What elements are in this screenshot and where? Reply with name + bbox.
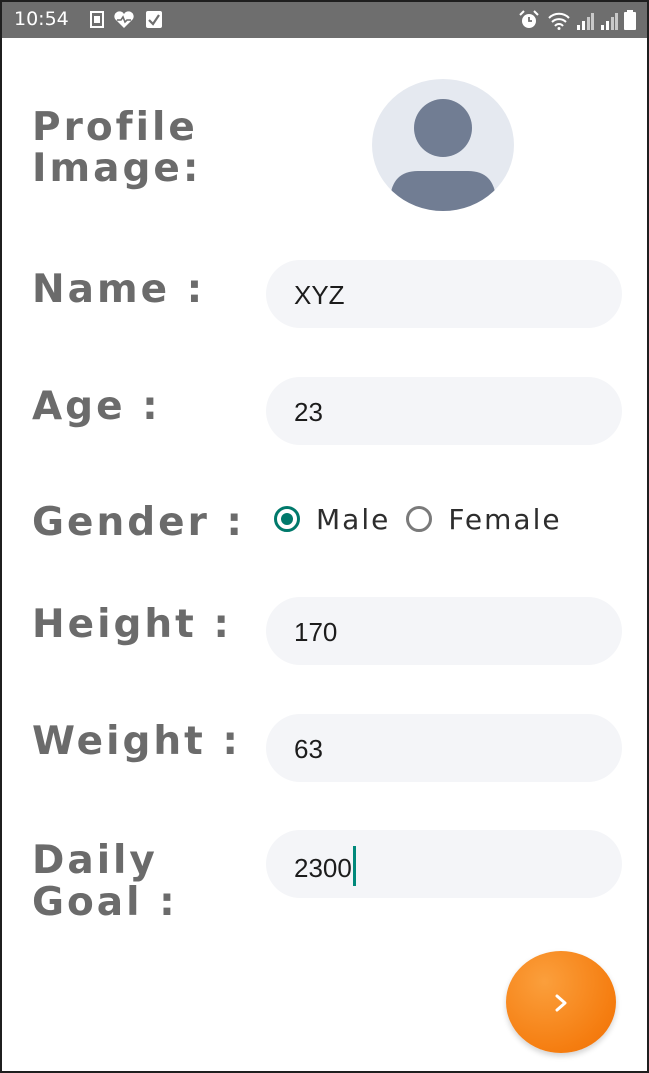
name-field[interactable]: XYZ (266, 260, 622, 328)
gender-female-radio[interactable] (406, 506, 433, 532)
daily-goal-value-wrap: 2300 (294, 846, 356, 890)
age-field[interactable]: 23 (266, 377, 622, 445)
checkbox-icon (146, 11, 162, 32)
gender-female-label[interactable]: Female (448, 503, 561, 536)
weight-label: Weight : (32, 719, 241, 764)
height-value: 170 (294, 617, 338, 647)
gender-male-label[interactable]: Male (316, 503, 390, 536)
name-value: XYZ (294, 280, 345, 310)
height-field[interactable]: 170 (266, 597, 622, 665)
daily-goal-field[interactable]: 2300 (266, 830, 622, 898)
daily-goal-value: 2300 (294, 852, 352, 883)
gender-radio-group: Male Female (274, 499, 578, 539)
age-label: Age : (32, 384, 161, 429)
signal-icon (600, 12, 618, 34)
status-time: 10:54 (14, 8, 69, 30)
next-button[interactable] (506, 951, 616, 1053)
weight-value: 63 (294, 734, 323, 764)
gender-male-radio[interactable] (274, 506, 300, 532)
person-icon (390, 99, 496, 211)
heart-icon (113, 11, 135, 33)
name-label: Name : (32, 267, 206, 312)
battery-icon (624, 10, 636, 34)
profile-image-label: Profile Image: (32, 105, 202, 191)
alarm-icon (519, 10, 539, 34)
age-value: 23 (294, 397, 323, 427)
status-bar: 10:54 (2, 2, 647, 38)
app-screen: 10:54 Profile Image: Name: XYZ Age: 23… (0, 0, 649, 1073)
gender-label: Gender : (32, 500, 246, 545)
daily-goal-label: Daily Goal : (32, 838, 178, 925)
signal-icon (576, 12, 594, 34)
weight-field[interactable]: 63 (266, 714, 622, 782)
height-label: Height : (32, 602, 232, 647)
chevron-right-icon (555, 994, 567, 1012)
text-cursor (352, 846, 356, 886)
profile-avatar[interactable] (372, 79, 514, 211)
sim-card-icon (90, 11, 104, 32)
wifi-icon (547, 10, 571, 34)
